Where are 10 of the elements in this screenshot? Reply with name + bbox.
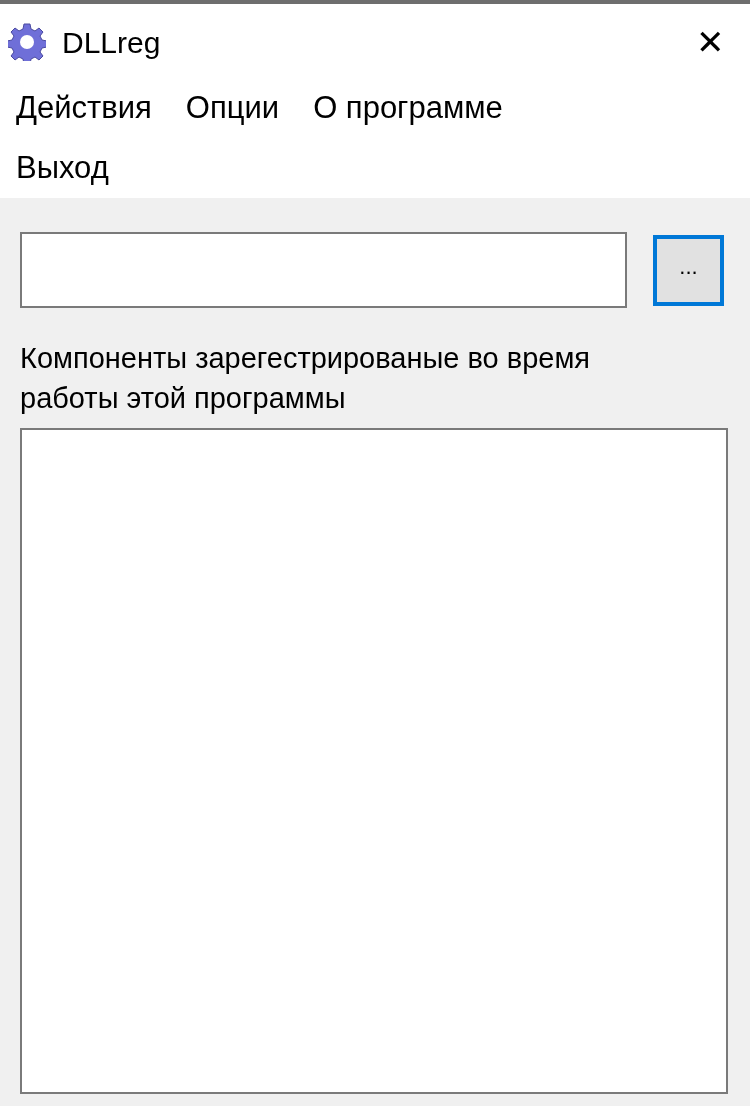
list-label: Компоненты зарегестрированые во время работы этой программы	[20, 341, 592, 416]
browse-button[interactable]: ...	[653, 234, 724, 306]
menu-item[interactable]: Выход	[6, 142, 119, 194]
close-button[interactable]: ✕	[678, 25, 742, 59]
window-title: DLLreg	[62, 24, 161, 61]
menu-item[interactable]: О программе	[303, 82, 513, 134]
menu-item[interactable]: Действия	[6, 82, 162, 134]
gear-icon	[8, 23, 46, 61]
path-field[interactable]	[20, 232, 627, 308]
menu-item[interactable]: Опции	[175, 82, 290, 134]
